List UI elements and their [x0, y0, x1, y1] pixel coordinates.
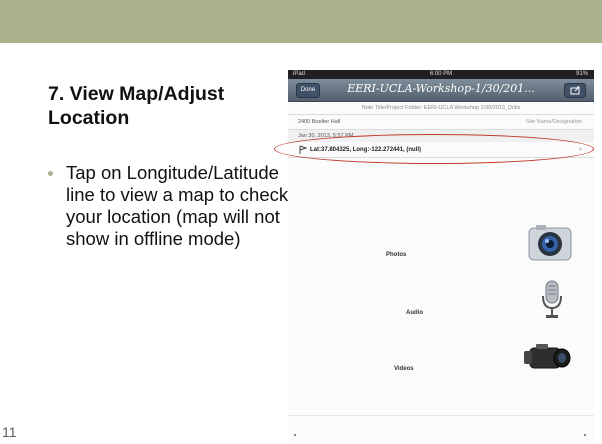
slide-number: 11: [2, 424, 17, 440]
photos-label: Photos: [386, 252, 407, 258]
status-bar: iPad 6:00 PM 91%: [288, 70, 594, 79]
slide-header-bar: [0, 0, 602, 43]
ipad-screenshot: iPad 6:00 PM 91% Done EERI-UCLA-Workshop…: [288, 70, 594, 444]
project-folder-row[interactable]: Note Title/Project Folder: EERI-UCLA Wor…: [288, 102, 594, 115]
site-name-text: Site Name/Designation: [525, 119, 582, 125]
share-icon: [570, 86, 580, 95]
highlight-ellipse: [274, 134, 594, 164]
bullet-dot-icon: [48, 171, 53, 176]
audio-label: Audio: [406, 310, 423, 316]
status-time: 6:00 PM: [429, 71, 453, 77]
camera-icon[interactable]: [528, 224, 572, 267]
status-battery: 91%: [575, 71, 588, 77]
share-button[interactable]: [564, 83, 586, 98]
page-dot: [294, 434, 296, 436]
video-camera-icon[interactable]: [522, 338, 572, 383]
nav-title: EERI-UCLA-Workshop-1/30/201...: [347, 82, 535, 95]
address-row[interactable]: 2400 Boelter Hall Site Name/Designation: [288, 115, 594, 130]
divider: [288, 415, 594, 416]
videos-label: Videos: [394, 366, 414, 372]
microphone-icon[interactable]: [540, 280, 564, 325]
slide-title: 7. View Map/Adjust Location: [48, 83, 225, 129]
address-text: 2400 Boelter Hall: [298, 119, 341, 125]
done-button[interactable]: Done: [296, 83, 320, 98]
nav-bar: Done EERI-UCLA-Workshop-1/30/201...: [288, 79, 594, 102]
page-dot: [584, 434, 586, 436]
bullet-text: Tap on Longitude/Latitude line to view a…: [66, 162, 289, 249]
